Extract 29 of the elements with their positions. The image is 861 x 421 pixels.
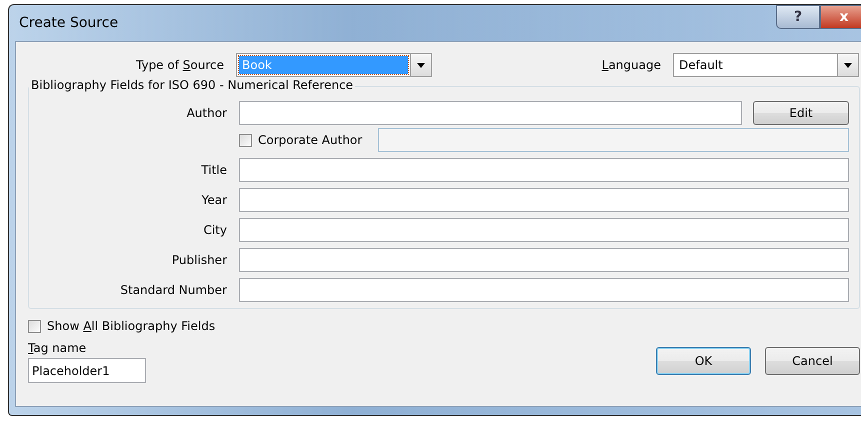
help-button[interactable]: ? xyxy=(776,5,820,29)
corporate-author-checkbox[interactable] xyxy=(239,134,252,146)
dialog-button[interactable]: OK xyxy=(656,347,751,375)
field-label: City xyxy=(202,223,228,237)
author-field[interactable] xyxy=(239,101,742,125)
edit-button[interactable]: Edit xyxy=(753,101,849,125)
dialog-button[interactable]: Cancel xyxy=(765,347,860,375)
type-of-source-label: Type of Source xyxy=(135,58,225,72)
tag-name-field[interactable]: Placeholder1 xyxy=(28,358,146,383)
field-label: Year xyxy=(200,193,228,207)
language-label: Language xyxy=(602,58,662,72)
window-title: Create Source xyxy=(18,15,118,31)
field-label: Title xyxy=(200,163,228,177)
field-label: Standard Number xyxy=(119,283,228,297)
dropdown-arrow-icon xyxy=(417,62,425,68)
group-title: Bibliography Fields for ISO 690 - Numerical Reference xyxy=(29,78,356,92)
dropdown-arrow-icon xyxy=(844,62,852,68)
field-label: Publisher xyxy=(170,253,228,267)
text-field[interactable] xyxy=(239,188,849,212)
author-label: Author xyxy=(186,106,228,120)
text-field[interactable] xyxy=(239,158,849,182)
text-field[interactable] xyxy=(239,218,849,242)
show-all-checkbox[interactable] xyxy=(28,320,41,332)
tag-name-label: Tag name xyxy=(28,341,88,355)
text-field[interactable] xyxy=(239,248,849,272)
show-all-label: Show All Bibliography Fields xyxy=(47,319,216,333)
language-dropdown[interactable]: Default xyxy=(673,53,859,77)
corporate-author-label: Corporate Author xyxy=(258,133,362,147)
text-field[interactable] xyxy=(239,278,849,302)
